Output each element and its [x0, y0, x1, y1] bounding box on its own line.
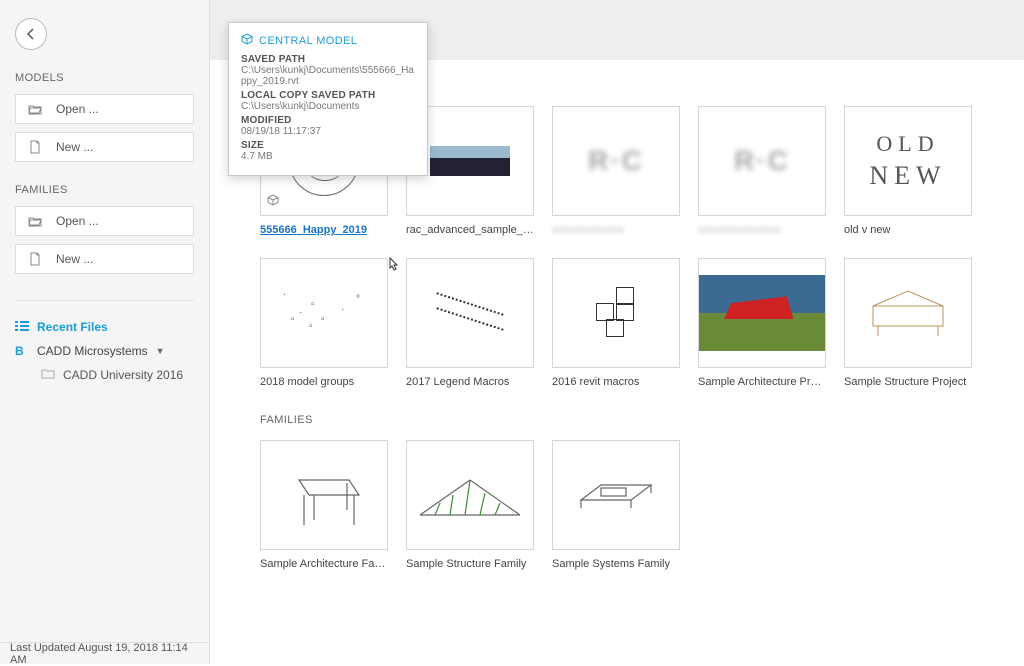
thumbnail — [844, 258, 972, 368]
tile-label: 2018 model groups — [260, 376, 388, 388]
thumbnail: R·C — [552, 106, 680, 216]
tooltip-size: 4.7 MB — [241, 151, 415, 162]
tile-label: Sample Structure Family — [406, 558, 534, 570]
workspace-label: CADD Microsystems — [37, 344, 148, 358]
model-tile[interactable]: ·▫ ▫▫ ·° ▫· 2018 model groups — [260, 258, 388, 388]
cursor-pointer-icon — [384, 256, 400, 276]
sidebar-families-title: FAMILIES — [15, 184, 194, 196]
workspace-prefix: B — [15, 344, 29, 358]
tile-label: Sample Architecture Project — [698, 376, 826, 388]
recent-files-link[interactable]: Recent Files — [15, 315, 194, 339]
sidebar-models-title: MODELS — [15, 72, 194, 84]
tooltip-saved-path: C:\Users\kunkj\Documents\555666_Happy_20… — [241, 65, 415, 87]
folder-icon — [41, 368, 55, 382]
status-bar: Last Updated August 19, 2018 11:14 AM — [0, 642, 209, 664]
model-tile[interactable]: R·C xxxxxxxxxxxxx — [552, 106, 680, 236]
back-button[interactable] — [15, 18, 47, 50]
model-tile[interactable]: 2017 Legend Macros — [406, 258, 534, 388]
tile-label: xxxxxxxxxxxxxxx — [698, 224, 826, 236]
tile-label: 2017 Legend Macros — [406, 376, 534, 388]
file-new-icon — [28, 140, 42, 154]
arrow-left-icon — [23, 26, 39, 42]
model-tile[interactable]: 2016 revit macros — [552, 258, 680, 388]
cube-icon — [241, 33, 253, 48]
chevron-down-icon: ▼ — [156, 346, 165, 356]
workspace-subfolder[interactable]: CADD University 2016 — [15, 363, 194, 387]
list-icon — [15, 320, 29, 335]
thumbnail — [552, 440, 680, 550]
families-grid: Sample Architecture Family Sample Struct… — [260, 440, 984, 570]
thumbnail: OLDNEW — [844, 106, 972, 216]
tile-label: Sample Systems Family — [552, 558, 680, 570]
tooltip-local-path-label: LOCAL COPY SAVED PATH — [241, 90, 415, 101]
thumbnail: R·C — [698, 106, 826, 216]
tile-label: 2016 revit macros — [552, 376, 680, 388]
file-new-icon — [28, 252, 42, 266]
tile-label: rac_advanced_sample_proj... — [406, 224, 534, 236]
sidebar: MODELS Open ... New ... FAMILIES Open ..… — [0, 0, 210, 664]
tooltip-title: CENTRAL MODEL — [259, 35, 357, 47]
folder-open-icon — [28, 215, 42, 227]
family-tile[interactable]: Sample Systems Family — [552, 440, 680, 570]
thumbnail — [260, 440, 388, 550]
tile-label: Sample Architecture Family — [260, 558, 388, 570]
button-label: New ... — [56, 140, 93, 154]
model-tile[interactable]: Sample Structure Project — [844, 258, 972, 388]
tile-label: xxxxxxxxxxxxx — [552, 224, 680, 236]
folder-open-icon — [28, 103, 42, 115]
family-tile[interactable]: Sample Structure Family — [406, 440, 534, 570]
model-tile[interactable]: R·C xxxxxxxxxxxxxxx — [698, 106, 826, 236]
sidebar-tree: Recent Files B CADD Microsystems ▼ CADD … — [15, 300, 194, 387]
workspace-row[interactable]: B CADD Microsystems ▼ — [15, 339, 194, 363]
tooltip-saved-path-label: SAVED PATH — [241, 54, 415, 65]
recent-files-label: Recent Files — [37, 320, 108, 334]
model-tile[interactable]: Sample Architecture Project — [698, 258, 826, 388]
models-open-button[interactable]: Open ... — [15, 94, 194, 124]
tooltip-local-path: C:\Users\kunkj\Documents — [241, 101, 415, 112]
tooltip-modified: 08/19/18 11:17:37 — [241, 126, 415, 137]
button-label: New ... — [56, 252, 93, 266]
section-title: FAMILIES — [260, 414, 984, 426]
button-label: Open ... — [56, 214, 99, 228]
family-tile[interactable]: Sample Architecture Family — [260, 440, 388, 570]
thumbnail — [406, 258, 534, 368]
tile-label: old v new — [844, 224, 972, 236]
families-open-button[interactable]: Open ... — [15, 206, 194, 236]
models-new-button[interactable]: New ... — [15, 132, 194, 162]
tooltip-size-label: SIZE — [241, 140, 415, 151]
thumbnail — [698, 258, 826, 368]
subfolder-label: CADD University 2016 — [63, 368, 183, 382]
families-new-button[interactable]: New ... — [15, 244, 194, 274]
central-model-icon — [267, 194, 279, 209]
file-info-tooltip: CENTRAL MODEL SAVED PATH C:\Users\kunkj\… — [228, 22, 428, 176]
tooltip-modified-label: MODIFIED — [241, 115, 415, 126]
button-label: Open ... — [56, 102, 99, 116]
tile-label: 555666_Happy_2019 — [260, 224, 388, 236]
thumbnail: ·▫ ▫▫ ·° ▫· — [260, 258, 388, 368]
model-tile[interactable]: OLDNEW old v new — [844, 106, 972, 236]
tile-label: Sample Structure Project — [844, 376, 972, 388]
thumbnail — [552, 258, 680, 368]
thumbnail — [406, 440, 534, 550]
families-section: FAMILIES Sample Architecture Family Samp… — [260, 414, 984, 570]
